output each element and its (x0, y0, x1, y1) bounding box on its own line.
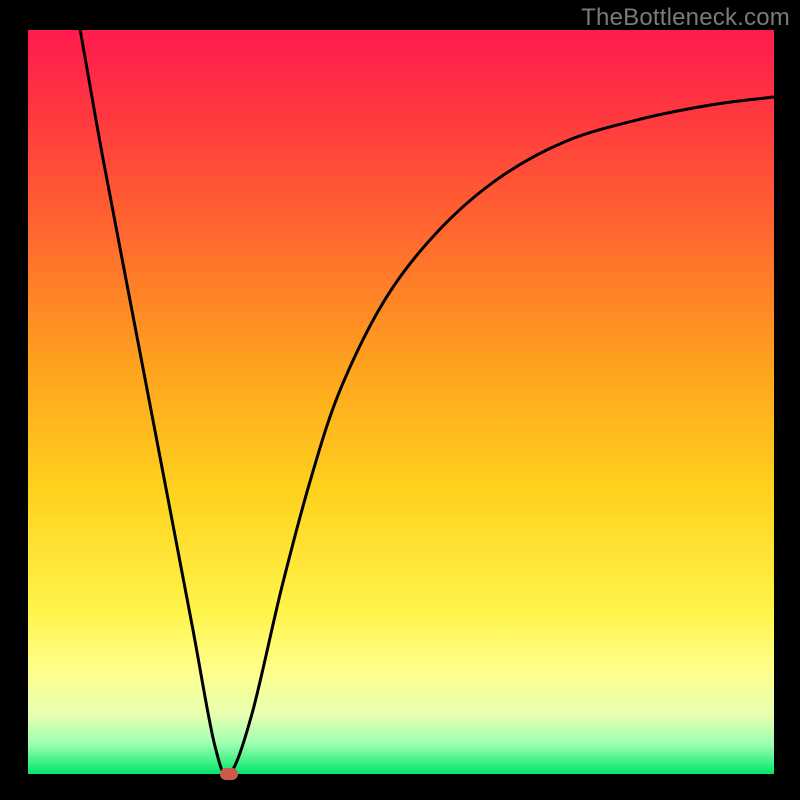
plot-area (28, 30, 774, 774)
bottleneck-curve (80, 30, 774, 775)
optimum-marker (220, 768, 238, 780)
curve-layer (28, 30, 774, 774)
watermark-text: TheBottleneck.com (581, 4, 790, 32)
chart-frame: TheBottleneck.com (0, 0, 800, 800)
